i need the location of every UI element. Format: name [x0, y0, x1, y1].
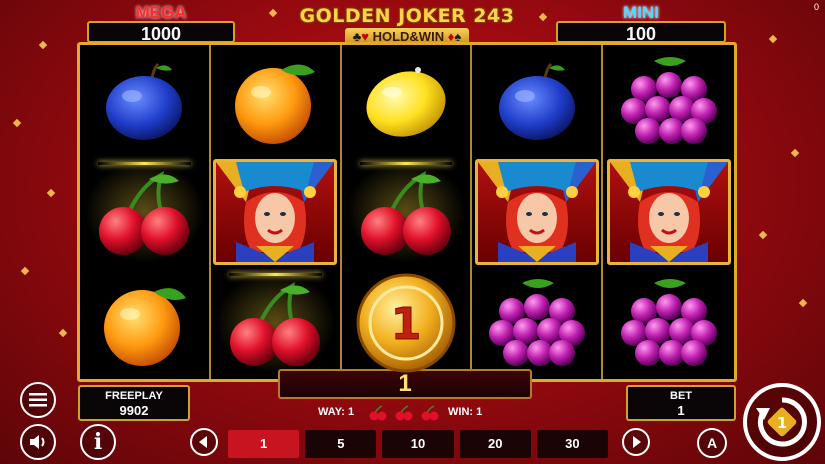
mega-label: MEGA — [135, 3, 187, 22]
sparkle — [790, 148, 800, 158]
plum-icon — [106, 62, 183, 140]
symbol-cell — [603, 45, 734, 156]
cherry-icon — [99, 170, 190, 255]
bet-value: 1 — [677, 403, 685, 418]
win-info-row: WAY: 1 WIN: 1 — [318, 405, 498, 421]
reel-3: 1 — [342, 45, 473, 379]
way-label: WAY: 1 — [318, 406, 355, 418]
bet-option-5[interactable]: 5 — [305, 430, 377, 458]
sparkle — [46, 188, 56, 198]
freeplay-value: 9902 — [119, 403, 149, 418]
menu-button[interactable] — [20, 382, 56, 418]
sparkle — [268, 8, 278, 18]
symbol-cell: 1 — [342, 267, 471, 378]
freeplay-balance: FREEPLAY 9902 — [78, 385, 190, 421]
sparkle — [20, 266, 30, 276]
bet-option-10[interactable]: 10 — [382, 430, 454, 458]
reel-4 — [472, 45, 604, 379]
symbol-cell — [342, 156, 471, 267]
bet-option-1[interactable]: 1 — [228, 430, 300, 458]
info-button[interactable]: i — [80, 424, 116, 460]
joker-icon — [606, 158, 731, 265]
win-label: WIN: 1 — [448, 406, 483, 418]
autoplay-button[interactable]: A — [697, 428, 727, 458]
cherry-icon — [230, 281, 321, 366]
prev-bet-button[interactable] — [190, 428, 218, 456]
info-icon: i — [93, 429, 103, 455]
symbol-cell — [80, 45, 209, 156]
corner-indicator: 0 — [813, 2, 819, 12]
sparkle — [768, 34, 778, 44]
sparkle — [798, 298, 808, 308]
coin-icon: 1 — [356, 273, 456, 372]
joker-icon — [213, 158, 338, 265]
symbol-cell — [342, 45, 471, 156]
logo-title: GOLDEN JOKER 243 — [299, 5, 515, 27]
sparkle — [12, 118, 22, 128]
mega-jackpot: MEGA 1000 — [86, 4, 236, 44]
bet-display: BET 1 — [626, 385, 736, 421]
menu-icon — [29, 393, 47, 407]
joker-icon — [474, 158, 599, 265]
plum-icon — [498, 62, 575, 140]
autoplay-icon: A — [706, 435, 718, 451]
reel-2 — [211, 45, 342, 379]
symbol-cell — [472, 156, 601, 267]
sparkle — [538, 12, 548, 22]
cherry-icon — [421, 405, 439, 421]
orange-icon — [104, 287, 187, 366]
orange-icon — [235, 63, 316, 144]
cherry-icon — [360, 170, 451, 255]
mini-value: 100 — [556, 21, 726, 44]
reel-5 — [603, 45, 734, 379]
freeplay-label: FREEPLAY — [105, 390, 163, 402]
grapes-icon — [620, 278, 717, 366]
symbol-cell — [211, 45, 340, 156]
sparkle — [58, 328, 68, 338]
reel-grid: 1 — [77, 42, 737, 382]
cherry-icon — [395, 405, 413, 421]
arrow-left-icon — [199, 436, 207, 448]
spin-button[interactable]: 1 — [743, 383, 821, 461]
bet-option-20[interactable]: 20 — [459, 430, 531, 458]
spin-badge: 1 — [777, 414, 787, 432]
symbol-cell — [472, 45, 601, 156]
symbol-cell — [472, 267, 601, 378]
lemon-icon — [366, 66, 446, 137]
sparkle — [758, 230, 768, 240]
symbol-cell — [211, 156, 340, 267]
grapes-icon — [488, 278, 585, 366]
bet-selector: 1 5 10 20 30 — [228, 430, 609, 458]
sparkle — [38, 40, 48, 50]
mini-label: MINI — [623, 3, 659, 22]
bet-label: BET — [670, 390, 692, 402]
spin-icon: 1 — [756, 397, 807, 447]
arrow-right-icon — [633, 436, 641, 448]
mini-jackpot: MINI 100 — [556, 4, 726, 44]
speaker-icon — [30, 435, 45, 449]
mega-value: 1000 — [87, 21, 235, 44]
symbol-cell — [80, 267, 209, 378]
symbol-cell — [211, 267, 340, 378]
bet-option-30[interactable]: 30 — [536, 430, 609, 458]
symbol-cell — [80, 156, 209, 267]
grapes-icon — [620, 56, 717, 144]
cherry-icon — [369, 405, 387, 421]
coin-value: 1 — [391, 299, 422, 350]
symbol-cell — [603, 267, 734, 378]
reel-1 — [80, 45, 211, 379]
symbol-cell — [603, 156, 734, 267]
next-bet-button[interactable] — [622, 428, 650, 456]
sound-button[interactable] — [20, 424, 56, 460]
